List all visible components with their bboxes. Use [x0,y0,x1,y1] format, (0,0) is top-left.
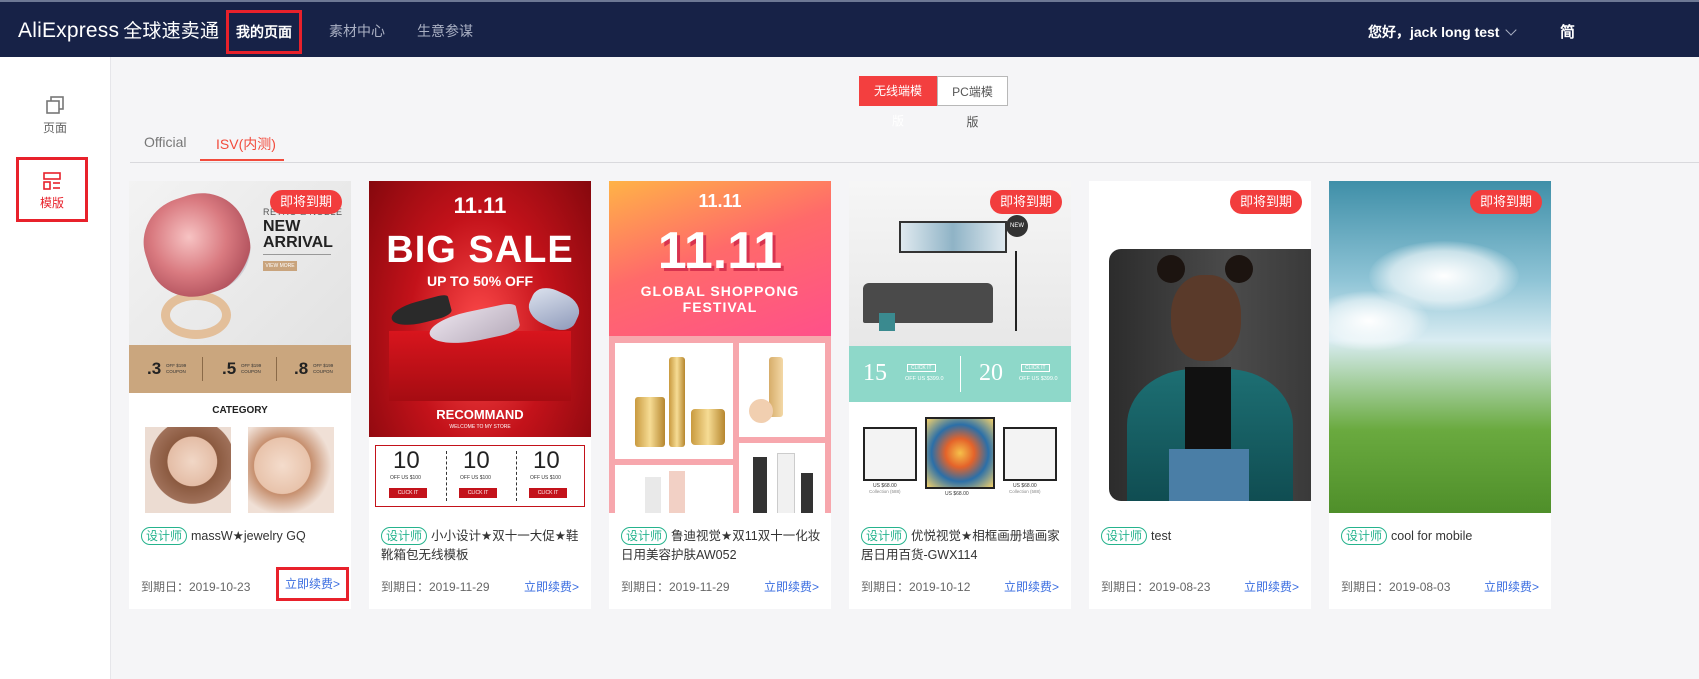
template-card[interactable]: 11.11 11.11 GLOBAL SHOPPONG FESTIVAL 设计师… [609,181,831,609]
designer-tag: 设计师 [381,527,428,545]
sidebar-item-templates[interactable]: 模版 [16,157,88,222]
renew-link[interactable]: 立即续费> [524,578,579,595]
language-switch[interactable]: 简 [1560,21,1575,42]
designer-tag: 设计师 [141,527,188,545]
template-card[interactable]: 11.11 BIG SALE UP TO 50% OFF RECOMMAND W… [369,181,591,609]
sidebar-item-label: 页面 [42,121,67,135]
renew-link[interactable]: 立即续费> [764,578,819,595]
product-image [615,343,733,459]
art-big-sale: BIG SALE [386,229,574,271]
template-tabs: Official ISV(内测) [130,128,1699,163]
card-title: 设计师 小小设计★双十一大促★鞋靴箱包无线模板 [381,527,586,565]
art-logo: 11.11 [698,191,742,211]
card-title: 设计师 cool for mobile [1341,527,1546,546]
art-logo: 11.11 [453,193,507,218]
tab-isv[interactable]: ISV(内测) [216,134,276,154]
expiring-badge: 即将到期 [989,190,1062,214]
template-name: cool for mobile [1391,529,1473,543]
art-festival: FESTIVAL [682,299,758,315]
art-big-number: 11.11 [657,222,783,280]
template-name: massW★jewelry GQ [191,529,306,543]
expiry-date: 到期日：2019-11-29 [381,580,490,594]
pages-icon [46,96,64,114]
brand-cn: 全球速卖通 [123,21,220,42]
tab-official[interactable]: Official [144,134,187,150]
art-up-to: UP TO 50% OFF [426,273,534,289]
podium-image [389,331,571,401]
designer-tag: 设计师 [861,527,908,545]
product-image [615,465,733,513]
user-menu[interactable]: 您好，jack long test [1368,22,1518,42]
renew-link[interactable]: 立即续费> [1484,578,1539,595]
expiring-badge: 即将到期 [269,190,342,214]
product-image [739,343,825,437]
brand-en: AliExpress [18,19,120,42]
sidebar: 页面 模版 [0,57,111,679]
template-card[interactable]: RETRO & NOBLE NEW ARRIVAL VIEW MORE .3 O… [129,181,351,609]
frame-image [925,417,995,489]
coupon-strip: .3 OFF $199 COUPON .5 OFF $199 COUPON .8… [129,345,351,393]
active-tab-indicator [200,159,284,161]
mobile-template-button[interactable]: 无线端模版 [859,76,937,128]
nav-material-center[interactable]: 素材中心 [329,21,385,41]
card-title: 设计师 优悦视觉★相框画册墙画家居日用百货-GWX114 [861,527,1066,565]
frame-image [863,427,917,481]
art-global: GLOBAL SHOPPONG [640,283,800,299]
wall-art [899,221,1007,253]
template-thumbnail[interactable]: RETRO & NOBLE NEW ARRIVAL VIEW MORE .3 O… [129,181,351,513]
template-name: test [1151,529,1172,543]
expiry-date: 到期日：2019-11-29 [621,580,730,594]
model-photo-1 [145,427,231,513]
greeting-text: 您好，jack long test [1368,24,1500,40]
template-thumbnail[interactable] [1329,181,1551,513]
art-recommand: RECOMMAND [436,407,524,422]
art-new-badge: NEW [1006,215,1028,237]
card-title: 设计师 test [1101,527,1306,546]
template-card[interactable]: 即将到期 设计师 cool for mobile 到期日：2019-08-03 立… [1329,181,1551,609]
expiring-badge: 即将到期 [1469,190,1542,214]
sidebar-item-label: 模版 [39,196,64,210]
nav-business-advisor[interactable]: 生意参谋 [417,21,473,41]
renew-link[interactable]: 立即续费> [1244,578,1299,595]
shoe-image [523,282,585,336]
ring-image [132,181,262,341]
designer-tag: 设计师 [1341,527,1388,545]
expiry-date: 到期日：2019-08-23 [1101,580,1211,594]
chevron-down-icon [1505,24,1518,36]
expiry-date: 到期日：2019-10-23 [141,580,251,594]
template-thumbnail[interactable]: 11.11 11.11 GLOBAL SHOPPONG FESTIVAL [609,181,831,513]
brand-logo[interactable]: AliExpress 全球速卖通 [18,16,219,43]
top-bar: AliExpress 全球速卖通 我的页面 素材中心 生意参谋 您好，jack l… [0,0,1699,57]
frame-image [1003,427,1057,481]
art-view-more: VIEW MORE [263,261,297,271]
art-welcome: WELCOME TO MY STORE [449,424,511,430]
template-card[interactable]: NEW 15 CLICK IT OFF US $399.0 20 CLICK I… [849,181,1071,609]
sidebar-item-pages[interactable]: 页面 [0,95,110,136]
platform-toggle: 无线端模版 PC端模版 [859,76,1008,129]
expiry-date: 到期日：2019-10-12 [861,580,971,594]
renew-link[interactable]: 立即续费> [1004,578,1059,595]
expiring-badge: 即将到期 [1229,190,1302,214]
coupon-strip: 15 CLICK IT OFF US $399.0 20 CLICK IT OF… [849,346,1071,402]
expiry-date: 到期日：2019-08-03 [1341,580,1451,594]
portrait-photo [1109,249,1311,501]
template-card[interactable]: 即将到期 设计师 test 到期日：2019-08-23 立即续费> [1089,181,1311,609]
card-title: 设计师 鲁迪视觉★双11双十一化妆日用美容护肤AW052 [621,527,826,565]
coupon-strip: 10 OFF US $100 CLICK IT 10 OFF US $100 C… [369,437,591,513]
product-image [739,443,825,513]
model-photo-2 [248,427,334,513]
template-thumbnail[interactable] [1089,181,1311,513]
pc-template-button[interactable]: PC端模版 [937,76,1008,129]
template-thumbnail[interactable]: NEW 15 CLICK IT OFF US $399.0 20 CLICK I… [849,181,1071,513]
nav-my-pages[interactable]: 我的页面 [226,10,302,54]
art-category: CATEGORY [212,405,268,416]
card-title: 设计师 massW★jewelry GQ [141,527,346,546]
template-icon [43,172,61,190]
designer-tag: 设计师 [1101,527,1148,545]
designer-tag: 设计师 [621,527,668,545]
art-heading-arrival: ARRIVAL [263,234,333,251]
renew-link[interactable]: 立即续费> [275,567,349,601]
template-thumbnail[interactable]: 11.11 BIG SALE UP TO 50% OFF RECOMMAND W… [369,181,591,513]
